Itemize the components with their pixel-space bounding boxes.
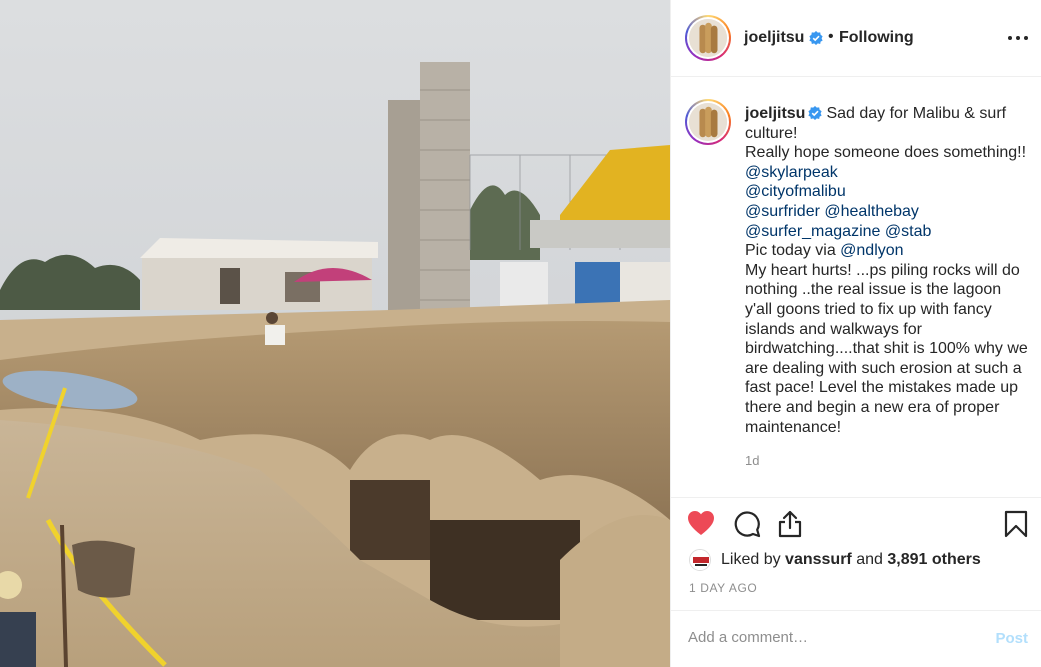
more-options-icon[interactable] [1008,36,1028,42]
likes-others-count[interactable]: 3,891 others [887,551,980,568]
caption-username[interactable]: joeljitsu [745,105,805,122]
post-comment-button[interactable]: Post [995,630,1028,647]
bookmark-icon[interactable] [1004,510,1028,538]
caption-author-avatar[interactable] [685,99,731,145]
comment-input[interactable] [688,629,978,646]
liked-by-avatar[interactable] [689,549,711,571]
caption-text: Pic today via [745,242,841,260]
verified-badge-icon [809,31,823,45]
vans-logo-icon [690,550,710,570]
post-date[interactable]: 1 DAY AGO [689,581,757,595]
mention-link[interactable]: @cityofmalibu [745,183,846,200]
mention-link[interactable]: @stab [885,223,931,240]
likes-connector: and [856,551,883,568]
caption-text: Really hope someone does something!! [745,144,1027,162]
likes-text: Liked by vanssurf and 3,891 others [721,551,981,569]
caption-area: joeljitsu Sad day for Malibu & surf cult… [671,78,1041,500]
liked-by-username[interactable]: vanssurf [785,551,852,568]
verified-badge-icon [808,106,823,120]
comment-box: Post [671,610,1041,667]
mention-link[interactable]: @ndlyon [840,242,903,259]
post-actions-bar [671,497,1041,552]
beach-erosion-photo [0,0,670,667]
following-button[interactable]: Following [839,29,914,47]
post-photo[interactable] [0,0,670,667]
surfboards-avatar-icon [689,103,727,141]
surfboards-avatar-icon [689,19,727,57]
caption-text: My heart hurts! ...ps piling rocks will … [745,261,1028,436]
mention-link[interactable]: @skylarpeak [745,164,838,181]
caption-time-ago[interactable]: 1d [745,453,759,468]
comment-icon[interactable] [733,510,761,538]
heart-filled-icon[interactable] [687,510,715,536]
likes-summary: Liked by vanssurf and 3,891 others [689,549,1029,573]
header-separator: • [828,28,834,45]
share-icon[interactable] [777,510,803,538]
mention-link[interactable]: @healthebay [824,203,919,220]
post-header: joeljitsu • Following [671,0,1041,77]
author-avatar[interactable] [685,15,731,61]
mention-link[interactable]: @surfrider [745,203,820,220]
post-caption: joeljitsu Sad day for Malibu & surf cult… [745,104,1030,437]
post-side-panel: joeljitsu • Following joeljitsu Sad day … [670,0,1041,667]
author-username[interactable]: joeljitsu [744,29,804,47]
likes-prefix: Liked by [721,551,781,568]
mention-link[interactable]: @surfer_magazine [745,223,880,240]
